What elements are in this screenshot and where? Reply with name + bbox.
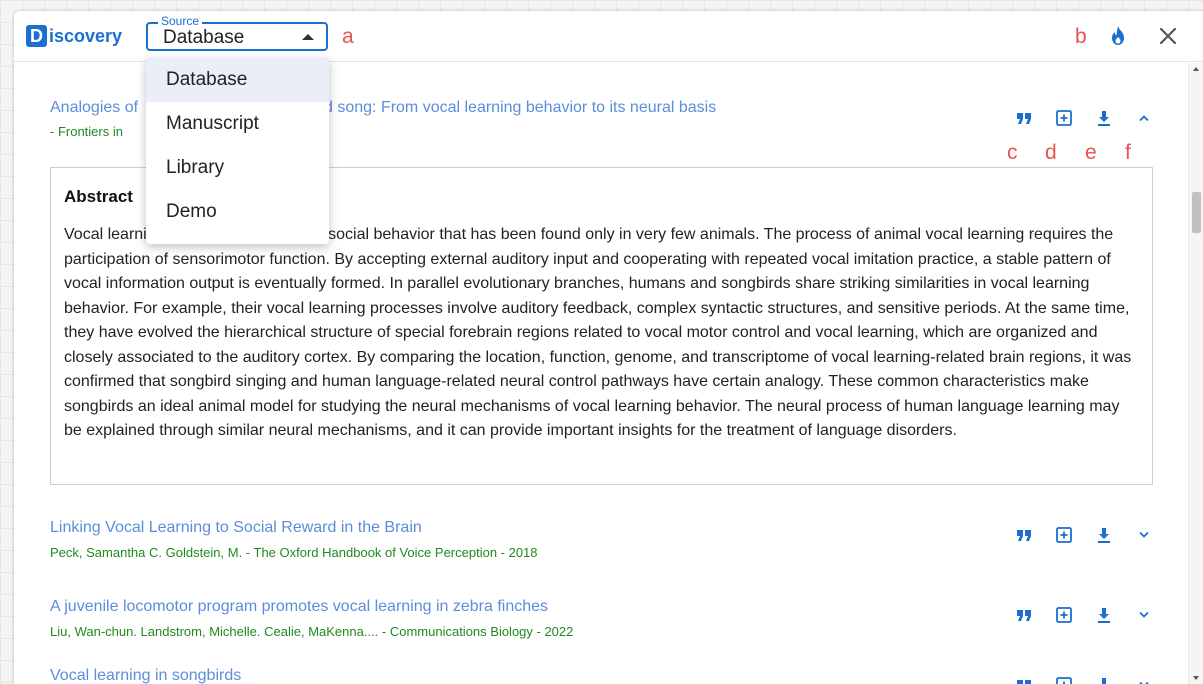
add-box-icon[interactable] — [1044, 108, 1084, 128]
header-bar: D iscovery Source Database a b — [14, 11, 1203, 62]
result-actions — [1004, 605, 1164, 625]
result-title-start[interactable]: Analogies of — [50, 99, 138, 117]
scroll-thumb[interactable] — [1192, 192, 1201, 233]
source-selected-value: Database — [163, 27, 245, 48]
vertical-scrollbar[interactable] — [1188, 63, 1203, 684]
result-actions — [1004, 108, 1164, 128]
chevron-down-icon[interactable] — [1124, 525, 1164, 545]
source-label: Source — [158, 14, 203, 28]
result-title[interactable]: A juvenile locomotor program promotes vo… — [50, 598, 548, 616]
add-box-icon[interactable] — [1044, 525, 1084, 545]
chevron-up-icon[interactable] — [1124, 108, 1164, 128]
quote-icon[interactable] — [1004, 605, 1044, 625]
logo-text: iscovery — [49, 25, 123, 46]
discovery-logo: D iscovery — [26, 25, 122, 47]
annotation-f: f — [1125, 141, 1131, 164]
add-box-icon[interactable] — [1044, 675, 1084, 684]
quote-icon[interactable] — [1004, 108, 1044, 128]
add-box-icon[interactable] — [1044, 605, 1084, 625]
close-icon[interactable] — [1154, 22, 1182, 50]
source-select[interactable]: Source Database — [146, 14, 328, 51]
result-title-end[interactable]: d song: From vocal learning behavior to … — [324, 99, 716, 117]
result-title[interactable]: Vocal learning in songbirds — [50, 667, 241, 684]
annotation-e: e — [1085, 141, 1097, 164]
result-meta: - Frontiers in — [50, 124, 123, 139]
annotation-d: d — [1045, 141, 1057, 164]
result-meta: Liu, Wan-chun. Landstrom, Michelle. Ceal… — [50, 624, 574, 639]
scroll-up-icon[interactable] — [1193, 67, 1199, 71]
chevron-down-icon[interactable] — [1124, 675, 1164, 684]
logo-letter: D — [26, 25, 47, 47]
dropdown-option-library[interactable]: Library — [146, 146, 329, 190]
dropdown-option-database[interactable]: Database — [146, 58, 329, 102]
download-icon[interactable] — [1084, 675, 1124, 684]
result-actions — [1004, 675, 1164, 684]
caret-up-icon — [302, 34, 314, 40]
flame-icon[interactable] — [1106, 24, 1130, 48]
quote-icon[interactable] — [1004, 525, 1044, 545]
scroll-down-icon[interactable] — [1193, 676, 1199, 680]
annotation-a: a — [342, 25, 354, 48]
abstract-heading: Abstract — [64, 187, 133, 206]
chevron-down-icon[interactable] — [1124, 605, 1164, 625]
result-actions — [1004, 525, 1164, 545]
dropdown-option-manuscript[interactable]: Manuscript — [146, 102, 329, 146]
result-meta: Peck, Samantha C. Goldstein, M. - The Ox… — [50, 545, 538, 560]
annotation-b: b — [1075, 25, 1087, 48]
dropdown-option-demo[interactable]: Demo — [146, 190, 329, 234]
download-icon[interactable] — [1084, 525, 1124, 545]
quote-icon[interactable] — [1004, 675, 1044, 684]
download-icon[interactable] — [1084, 605, 1124, 625]
result-title[interactable]: Linking Vocal Learning to Social Reward … — [50, 519, 422, 537]
download-icon[interactable] — [1084, 108, 1124, 128]
source-dropdown-menu: Database Manuscript Library Demo — [146, 58, 329, 244]
abstract-text: Vocal learning is a complex acquired soc… — [64, 226, 1132, 439]
annotation-c: c — [1007, 141, 1018, 164]
